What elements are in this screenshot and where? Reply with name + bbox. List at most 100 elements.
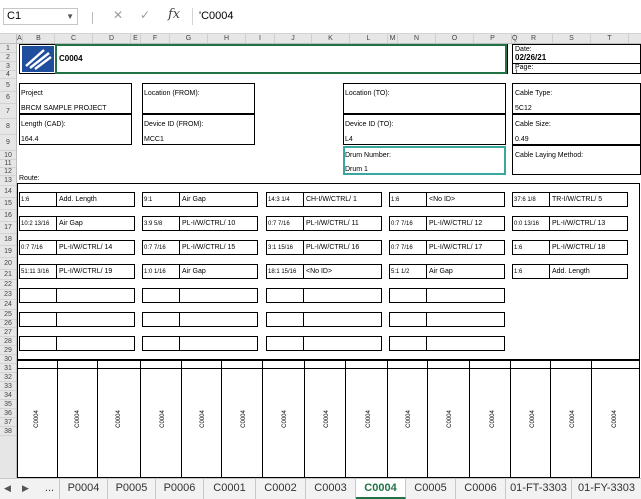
tab-p0006[interactable]: P0006 — [156, 479, 204, 499]
row-header[interactable]: 19 — [0, 246, 16, 258]
column-header[interactable]: F — [141, 34, 170, 43]
row-header[interactable]: 31 — [0, 364, 16, 373]
column-header[interactable]: O — [436, 34, 474, 43]
chevron-left-icon[interactable]: ◀ — [4, 483, 11, 494]
divider — [179, 192, 180, 207]
divider — [387, 361, 388, 478]
column-header[interactable]: E — [131, 34, 141, 43]
row-header[interactable]: 29 — [0, 346, 16, 355]
column-header[interactable]: M — [388, 34, 398, 43]
column-header[interactable]: J — [275, 34, 312, 43]
row-header[interactable]: 16 — [0, 210, 16, 222]
divider — [591, 361, 592, 478]
name-box[interactable]: C1 ▼ — [3, 8, 78, 25]
tab-c0001[interactable]: C0001 — [204, 479, 256, 499]
selected-cell[interactable] — [55, 44, 507, 74]
row-header[interactable]: 27 — [0, 328, 16, 337]
row-header[interactable]: 35 — [0, 400, 16, 409]
column-header[interactable]: N — [398, 34, 436, 43]
row-header[interactable]: 13 — [0, 176, 16, 186]
formula-input[interactable]: 'C0004 — [192, 8, 638, 25]
tab-c0003[interactable]: C0003 — [306, 479, 356, 499]
column-headers: ABCDEFGHIJKLMNOPQRST — [17, 34, 641, 44]
tab-c0002[interactable]: C0002 — [256, 479, 306, 499]
column-header[interactable]: P — [474, 34, 512, 43]
row-header[interactable]: 30 — [0, 355, 16, 364]
row-header[interactable]: 28 — [0, 337, 16, 346]
row-header[interactable]: 2 — [0, 53, 16, 62]
row-header[interactable]: 10 — [0, 151, 16, 160]
insert-function-button[interactable]: fx — [168, 7, 180, 22]
column-header[interactable]: C — [55, 34, 93, 43]
row-header[interactable]: 8 — [0, 119, 16, 135]
divider — [549, 192, 550, 207]
row-header[interactable]: 33 — [0, 382, 16, 391]
tab--[interactable]: ... — [40, 479, 60, 499]
divider — [92, 12, 93, 24]
column-header[interactable]: T — [591, 34, 629, 43]
cancel-icon[interactable]: ✕ — [113, 8, 123, 22]
divider — [179, 312, 180, 327]
row-header[interactable]: 32 — [0, 373, 16, 382]
row-header[interactable]: 23 — [0, 290, 16, 300]
row-header[interactable]: 11 — [0, 160, 16, 168]
row-header[interactable]: 34 — [0, 391, 16, 400]
row-header[interactable]: 3 — [0, 62, 16, 71]
column-header[interactable]: I — [246, 34, 275, 43]
strip-label: C0004 — [530, 410, 536, 428]
row-header[interactable]: 36 — [0, 409, 16, 418]
row-header[interactable]: 38 — [0, 427, 16, 436]
row-header[interactable]: 22 — [0, 280, 16, 290]
tab-p0004[interactable]: P0004 — [60, 479, 108, 499]
select-all-button[interactable] — [0, 34, 17, 44]
segment-length: 3:1 15/16 — [268, 245, 294, 251]
segment-id: PL-I/W/CTRL/ 13 — [552, 220, 606, 227]
row-header[interactable]: 25 — [0, 310, 16, 320]
tab-p0005[interactable]: P0005 — [108, 479, 156, 499]
row-header[interactable]: 14 — [0, 186, 16, 198]
segment-length: 3:9 5/8 — [144, 221, 163, 227]
row-header[interactable]: 6 — [0, 92, 16, 104]
row-header[interactable]: 17 — [0, 222, 16, 234]
worksheet[interactable]: C0004 Date: 02/26/21 Page: 1 Project BRC… — [17, 44, 641, 478]
tab-c0006[interactable]: C0006 — [456, 479, 506, 499]
column-header[interactable]: K — [312, 34, 350, 43]
row-header[interactable]: 24 — [0, 300, 16, 310]
row-header[interactable]: 12 — [0, 168, 16, 176]
tab-01-fy-3303[interactable]: 01-FY-3303 — [572, 479, 641, 499]
row-header[interactable]: 18 — [0, 234, 16, 246]
row-header[interactable]: 37 — [0, 418, 16, 427]
chevron-down-icon[interactable]: ▼ — [66, 9, 74, 24]
divider — [56, 312, 57, 327]
row-header[interactable]: 26 — [0, 320, 16, 328]
column-header[interactable]: L — [350, 34, 388, 43]
column-header[interactable]: G — [170, 34, 208, 43]
row-header[interactable]: 7 — [0, 104, 16, 119]
divider — [179, 336, 180, 351]
column-header[interactable]: H — [208, 34, 246, 43]
check-icon[interactable]: ✓ — [140, 8, 150, 22]
row-header[interactable]: 15 — [0, 198, 16, 210]
divider — [56, 192, 57, 207]
segment-id: Air Gap — [182, 268, 206, 275]
tab-01-ft-3303[interactable]: 01-FT-3303 — [506, 479, 572, 499]
row-header[interactable]: 9 — [0, 135, 16, 151]
tab-c0004[interactable]: C0004 — [356, 479, 406, 499]
tab-c0005[interactable]: C0005 — [406, 479, 456, 499]
column-header[interactable]: S — [553, 34, 591, 43]
segment-length: 0:0 13/16 — [514, 221, 540, 227]
project-value: BRCM SAMPLE PROJECT — [21, 105, 107, 112]
chevron-right-icon[interactable]: ▶ — [22, 483, 29, 494]
row-header[interactable]: 21 — [0, 270, 16, 280]
device-to-label: Device ID (TO): — [345, 121, 394, 128]
divider — [427, 361, 428, 478]
row-header[interactable]: 1 — [0, 44, 16, 53]
row-header[interactable]: 5 — [0, 79, 16, 92]
row-header[interactable]: 20 — [0, 258, 16, 270]
column-header[interactable]: B — [23, 34, 55, 43]
column-header[interactable]: R — [515, 34, 553, 43]
column-header[interactable]: D — [93, 34, 131, 43]
row-header[interactable]: 4 — [0, 71, 16, 79]
segment-length: 0:7 7/16 — [391, 221, 413, 227]
cable-laying-label: Cable Laying Method: — [515, 152, 584, 159]
